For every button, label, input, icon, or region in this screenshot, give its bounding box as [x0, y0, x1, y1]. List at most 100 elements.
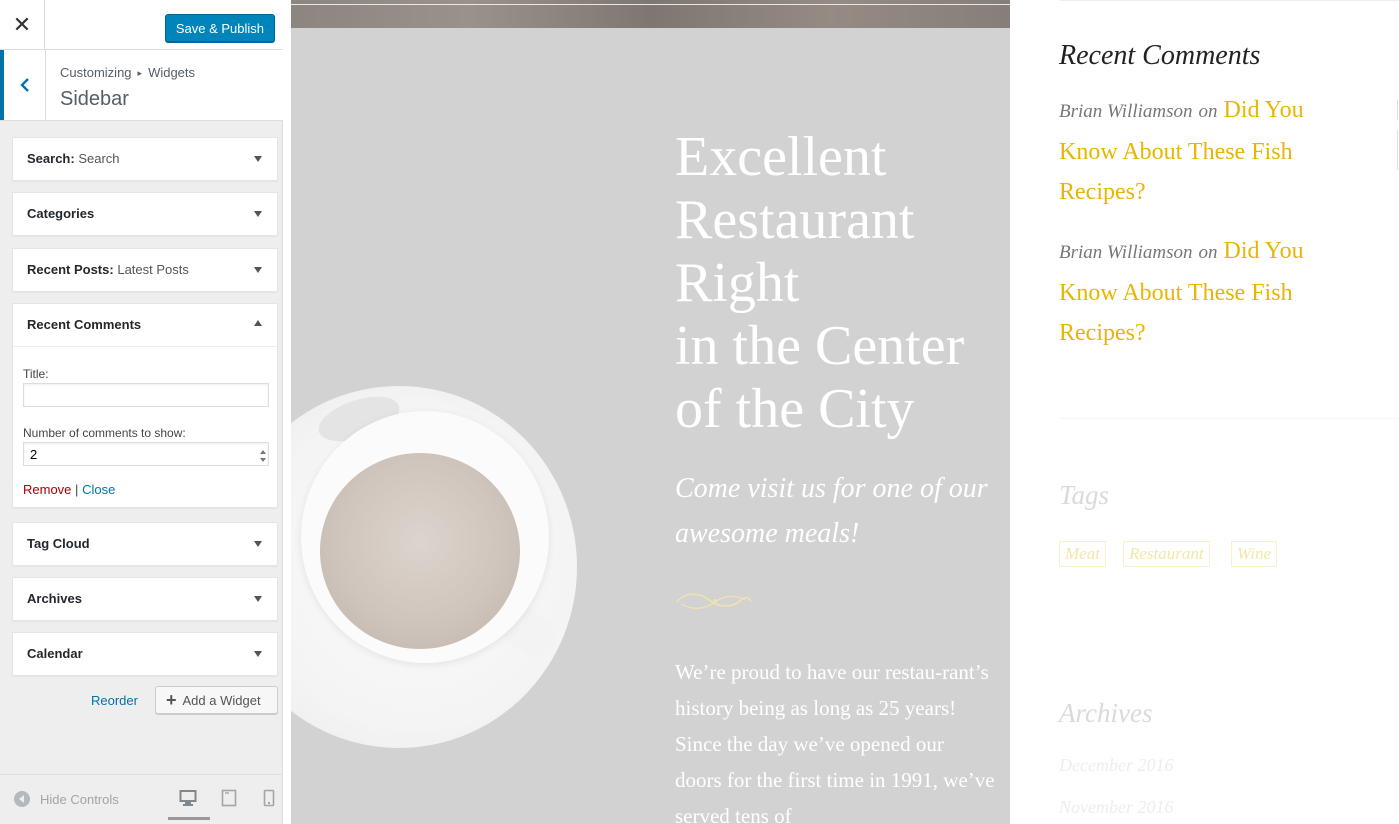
widget-tag-cloud[interactable]: Tag Cloud	[12, 522, 278, 566]
breadcrumb-current: Widgets	[148, 65, 196, 80]
sidebar-widgets-preview: Recent Comments Brian Williamson on Did …	[1010, 0, 1399, 824]
hide-controls-label: Hide Controls	[40, 791, 119, 807]
collapse-circle-icon	[14, 791, 30, 807]
top-divider	[1060, 0, 1399, 1]
widget-title: Categories	[27, 206, 95, 221]
coffee-image	[320, 453, 520, 649]
hero-subtitle: Come visit us for one of our awesome mea…	[675, 473, 988, 549]
expand-arrow-icon[interactable]	[254, 156, 262, 162]
reorder-link[interactable]: Reorder	[91, 693, 138, 708]
widget-header[interactable]: Calendar	[13, 633, 277, 675]
widget-header[interactable]: Categories	[13, 193, 277, 235]
widget-title: Tag Cloud	[27, 536, 90, 551]
hero-title: Excellent Restaurant Right in the Center…	[675, 126, 1005, 441]
close-customizer-button[interactable]: ✕	[0, 0, 45, 50]
section-header: Customizing ▸ Widgets Sidebar	[0, 50, 283, 121]
add-widget-label: Add a Widget	[182, 692, 261, 708]
comment-item: Brian Williamson on Did You Know About T…	[1059, 231, 1339, 353]
expand-arrow-icon[interactable]	[254, 267, 262, 273]
widget-subtitle: Search	[78, 151, 120, 166]
title-field-label: Title:	[23, 367, 49, 381]
spinner-up-icon[interactable]	[256, 448, 269, 456]
collapse-arrow-icon[interactable]	[254, 320, 262, 326]
expand-arrow-icon[interactable]	[254, 651, 262, 657]
widget-header[interactable]: Recent Comments	[13, 304, 277, 347]
archive-link[interactable]: November 2016	[1059, 797, 1173, 818]
breadcrumb: Customizing ▸ Widgets	[60, 65, 195, 80]
widget-name: Recent Posts	[27, 262, 110, 277]
widget-title: Archives	[27, 591, 82, 606]
hero-title-line: Right	[675, 252, 800, 314]
expand-arrow-icon[interactable]	[254, 211, 262, 217]
widget-form: Title: Number of comments to show: Remov…	[13, 347, 277, 507]
hero-title-line: in the Center	[675, 315, 965, 377]
remove-widget-link[interactable]: Remove	[23, 482, 71, 497]
hero-title-line: of the City	[675, 378, 915, 440]
hero-body-text: We’re proud to have our restau-rant’s hi…	[675, 660, 995, 824]
tag-link[interactable]: Meat	[1059, 541, 1106, 567]
widget-header[interactable]: Recent Posts: Latest Posts	[13, 249, 277, 291]
breadcrumb-root: Customizing	[60, 65, 132, 80]
add-widget-button[interactable]: + Add a Widget	[155, 686, 278, 714]
spinner-down-icon[interactable]	[256, 456, 269, 464]
comment-count-input[interactable]	[23, 442, 269, 466]
comment-author: Brian Williamson	[1059, 101, 1193, 122]
recent-comments-heading: Recent Comments	[1059, 40, 1261, 71]
comment-on: on	[1198, 101, 1218, 122]
widget-recent-posts[interactable]: Recent Posts: Latest Posts	[12, 248, 278, 292]
widget-title: Recent Posts: Latest Posts	[27, 262, 189, 277]
widget-actions: Remove | Close	[23, 482, 115, 497]
back-button[interactable]	[0, 50, 46, 120]
breadcrumb-separator: ▸	[137, 68, 143, 78]
customizer-panel: ✕ Save & Publish Customizing ▸ Widgets Sid…	[0, 0, 283, 824]
comment-author: Brian Williamson	[1059, 242, 1193, 263]
comment-count-label: Number of comments to show:	[23, 426, 186, 440]
widget-title-colon: :	[109, 262, 114, 277]
actions-divider: |	[75, 482, 79, 497]
section-title: Sidebar	[60, 88, 129, 110]
widget-header[interactable]: Archives	[13, 578, 277, 620]
hero-title-line: Excellent	[675, 126, 887, 188]
scroll-edge-mark	[1397, 100, 1398, 120]
widget-title-colon: :	[70, 151, 75, 166]
widget-archives[interactable]: Archives	[12, 577, 278, 621]
widget-title: Search: Search	[27, 151, 120, 166]
tag-link[interactable]: Restaurant	[1123, 541, 1210, 567]
chevron-left-icon	[19, 78, 29, 92]
widget-search[interactable]: Search: Search	[12, 137, 278, 181]
widget-categories[interactable]: Categories	[12, 192, 278, 236]
site-preview: Excellent Restaurant Right in the Center…	[291, 0, 1399, 824]
expand-arrow-icon[interactable]	[254, 541, 262, 547]
comment-on: on	[1198, 242, 1218, 263]
title-input[interactable]	[23, 383, 269, 407]
widget-name: Search	[27, 151, 71, 166]
desktop-preview-icon[interactable]	[179, 789, 197, 807]
hide-controls-button[interactable]: Hide Controls	[14, 791, 119, 807]
hero-title-line: Restaurant	[675, 189, 915, 251]
widget-subtitle: Latest Posts	[117, 262, 189, 277]
expand-arrow-icon[interactable]	[254, 596, 262, 602]
save-publish-button[interactable]: Save & Publish	[164, 14, 275, 42]
resize-handle[interactable]	[168, 817, 210, 820]
customizer-header: ✕ Save & Publish	[0, 0, 283, 50]
widget-calendar[interactable]: Calendar	[12, 632, 278, 676]
plus-icon: +	[166, 690, 177, 710]
widget-header[interactable]: Tag Cloud	[13, 523, 277, 565]
widget-header[interactable]: Search: Search	[13, 138, 277, 180]
archives-heading: Archives	[1059, 698, 1153, 728]
comment-item: Brian Williamson on Did You Know About T…	[1059, 90, 1339, 212]
scroll-edge-mark	[1397, 130, 1398, 170]
mobile-preview-icon[interactable]	[263, 789, 275, 807]
widget-title: Recent Comments	[27, 317, 142, 332]
widget-title: Calendar	[27, 646, 83, 661]
header-divider	[291, 4, 1010, 5]
tag-link[interactable]: Wine	[1231, 541, 1277, 567]
tags-heading: Tags	[1059, 480, 1110, 510]
close-widget-link[interactable]: Close	[82, 482, 115, 497]
archive-link[interactable]: December 2016	[1059, 755, 1173, 776]
flourish-ornament-icon	[676, 593, 752, 609]
tablet-preview-icon[interactable]	[221, 789, 237, 807]
widget-recent-comments[interactable]: Recent Comments Title: Number of comment…	[12, 303, 278, 508]
hero-section: Excellent Restaurant Right in the Center…	[291, 0, 1010, 824]
customizer-footer: Hide Controls	[0, 774, 283, 824]
